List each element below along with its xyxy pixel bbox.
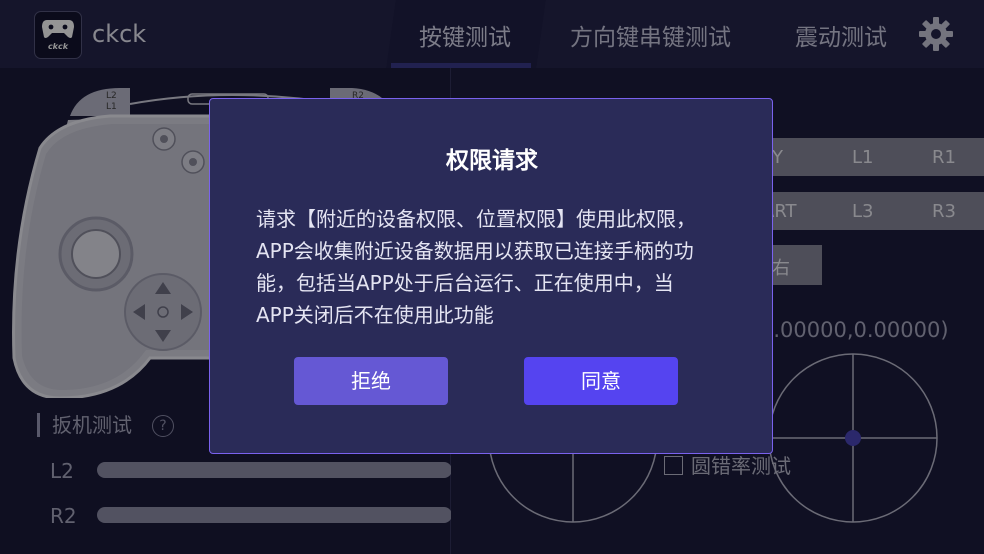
permission-dialog: 权限请求 请求【附近的设备权限、位置权限】使用此权限，APP会收集附近设备数据用… — [209, 98, 773, 454]
agree-button[interactable]: 同意 — [524, 357, 678, 405]
dialog-title: 权限请求 — [446, 148, 538, 174]
dialog-message: 请求【附近的设备权限、位置权限】使用此权限，APP会收集附近设备数据用以获取已连… — [256, 207, 696, 327]
reject-button[interactable]: 拒绝 — [294, 357, 448, 405]
